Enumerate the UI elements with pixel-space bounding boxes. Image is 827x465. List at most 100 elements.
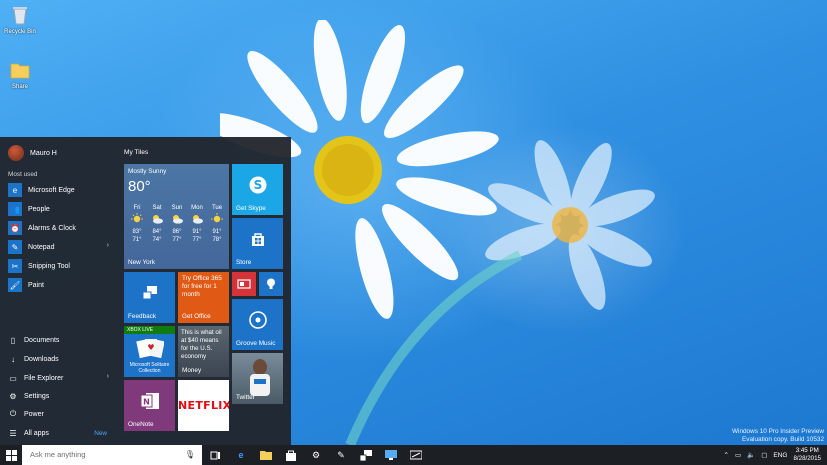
place-label: Settings <box>24 392 50 400</box>
share-folder-desktop-icon[interactable]: Share <box>2 60 38 90</box>
xbox-live-badge: XBOX LIVE <box>124 326 175 334</box>
gear-icon: ⚙ <box>311 449 321 460</box>
paint-icon: 🖌 <box>8 278 22 292</box>
groove-music-icon <box>248 311 267 330</box>
app-label: Notepad <box>28 243 55 251</box>
taskbar-paint[interactable]: ✎ <box>330 445 352 465</box>
taskbar-store[interactable] <box>280 445 302 465</box>
chevron-right-icon[interactable]: › <box>107 373 109 380</box>
store-tile[interactable]: Store <box>232 218 283 269</box>
app-item-notepad[interactable]: ✎ Notepad › <box>8 239 113 255</box>
taskbar-edge[interactable]: e <box>230 445 252 465</box>
tiles-group-header: My Tiles <box>124 149 149 156</box>
folder-icon <box>260 451 272 460</box>
volume-icon[interactable]: 🔈 <box>747 451 755 459</box>
skype-tile[interactable]: S Get Skype <box>232 164 283 215</box>
app-item-people[interactable]: 👥 People <box>8 201 113 217</box>
svg-text:N: N <box>143 398 150 407</box>
store-bag-icon <box>286 450 296 461</box>
forecast-low: 77° <box>192 237 202 243</box>
chevron-up-icon[interactable]: ⌃ <box>724 451 729 459</box>
place-settings[interactable]: ⚙ Settings <box>8 388 113 404</box>
network-icon[interactable]: ▭ <box>735 451 741 459</box>
all-apps-icon: ☰ <box>9 428 17 438</box>
netflix-tile[interactable]: NETFLIX <box>178 380 229 431</box>
get-office-tile[interactable]: Try Office 365 for free for 1 month Get … <box>178 272 229 323</box>
alarm-icon: ⏰ <box>8 221 22 235</box>
skype-label: Get Skype <box>236 205 266 212</box>
power-icon: ⏻ <box>9 409 17 418</box>
weather-city: New York <box>128 259 155 266</box>
app-item-microsoft-edge[interactable]: e Microsoft Edge <box>8 182 113 198</box>
taskbar: Ask me anything 🎙 e ⚙ ✎ ⌃ ▭ 🔈 ▢ ENG 3:45… <box>0 445 827 465</box>
app-label: Paint <box>28 281 44 289</box>
chevron-right-icon[interactable]: › <box>107 242 109 249</box>
place-label: Downloads <box>24 355 59 363</box>
start-left-column: Mauro H Most used e Microsoft Edge 👥 Peo… <box>0 137 118 445</box>
app-item-snipping-tool[interactable]: ✂ Snipping Tool <box>8 258 113 274</box>
place-downloads[interactable]: ↓ Downloads <box>8 351 113 367</box>
avatar <box>8 145 24 161</box>
task-view-button[interactable] <box>204 445 226 465</box>
taskbar-snipping-tool[interactable] <box>405 445 427 465</box>
skype-icon: S <box>249 176 266 194</box>
taskbar-remote-desktop[interactable] <box>380 445 402 465</box>
microphone-icon[interactable]: 🎙 <box>185 445 195 465</box>
paint-icon: ✎ <box>337 449 345 460</box>
watermark-line-2: Evaluation copy. Build 10532 <box>742 436 824 443</box>
news-tile[interactable] <box>232 272 256 296</box>
tips-tile[interactable] <box>259 272 283 296</box>
app-label: Alarms & Clock <box>28 224 76 232</box>
feedback-tile[interactable]: Feedback <box>124 272 175 323</box>
clock-time: 3:45 PM <box>795 447 819 454</box>
place-documents[interactable]: ▯ Documents <box>8 332 113 348</box>
forecast-day: Sun 86° 77° <box>167 204 187 244</box>
taskbar-feedback[interactable] <box>355 445 377 465</box>
recycle-bin-desktop-icon[interactable]: Recycle Bin <box>2 5 38 35</box>
recycle-bin-label: Recycle Bin <box>4 29 36 35</box>
all-apps-button[interactable]: ☰ All apps New <box>8 425 113 441</box>
weather-condition: Mostly Sunny <box>128 168 167 175</box>
user-account[interactable]: Mauro H <box>8 145 57 161</box>
lightbulb-icon <box>267 278 275 289</box>
sun-icon <box>211 213 223 223</box>
forecast-low: 74° <box>152 237 162 243</box>
place-file-explorer[interactable]: ▭ File Explorer › <box>8 370 113 386</box>
store-label: Store <box>236 259 252 266</box>
money-headline: This is what oil at $40 means for the U.… <box>181 329 222 360</box>
twitter-tile[interactable]: Twitter <box>232 353 283 404</box>
edge-icon: e <box>8 183 22 197</box>
task-view-icon <box>210 451 220 459</box>
onenote-tile[interactable]: N OneNote <box>124 380 175 431</box>
new-badge: New <box>94 429 107 437</box>
netflix-logo: NETFLIX <box>178 399 229 412</box>
windows-logo-icon <box>5 449 17 461</box>
action-center-icon[interactable]: ▢ <box>761 451 767 459</box>
news-icon <box>237 279 251 289</box>
place-label: Power <box>24 410 44 418</box>
cortana-search-box[interactable]: Ask me anything 🎙 <box>22 445 202 465</box>
forecast-high: 84° <box>152 229 162 235</box>
partly-sunny-icon <box>193 215 203 224</box>
groove-music-tile[interactable]: Groove Music <box>232 299 283 350</box>
solitaire-label: Microsoft Solitaire Collection <box>129 362 170 374</box>
folder-icon <box>10 63 30 79</box>
money-tile[interactable]: This is what oil at $40 means for the U.… <box>178 326 229 377</box>
forecast-day: Sat 84° 74° <box>147 204 167 244</box>
app-item-alarms-clock[interactable]: ⏰ Alarms & Clock <box>8 220 113 236</box>
weather-tile[interactable]: Mostly Sunny 80° Fri 83° 71° Sat 84° 74°… <box>124 164 229 269</box>
place-power[interactable]: ⏻ Power <box>8 406 113 422</box>
taskbar-settings[interactable]: ⚙ <box>305 445 327 465</box>
all-apps-label: All apps <box>24 429 49 437</box>
taskbar-file-explorer[interactable] <box>255 445 277 465</box>
clock[interactable]: 3:45 PM 8/28/2015 <box>793 447 821 463</box>
language-indicator[interactable]: ENG <box>773 452 787 459</box>
forecast-high: 86° <box>172 229 182 235</box>
app-item-paint[interactable]: 🖌 Paint <box>8 277 113 293</box>
twitter-label: Twitter <box>236 394 255 401</box>
system-tray: ⌃ ▭ 🔈 ▢ ENG 3:45 PM 8/28/2015 <box>724 445 821 465</box>
watermark-line-1: Windows 10 Pro Insider Preview <box>732 428 824 435</box>
start-button[interactable] <box>0 445 22 465</box>
solitaire-tile[interactable]: XBOX LIVE ♥ Microsoft Solitaire Collecti… <box>124 326 175 377</box>
forecast-day-name: Sat <box>152 205 162 211</box>
